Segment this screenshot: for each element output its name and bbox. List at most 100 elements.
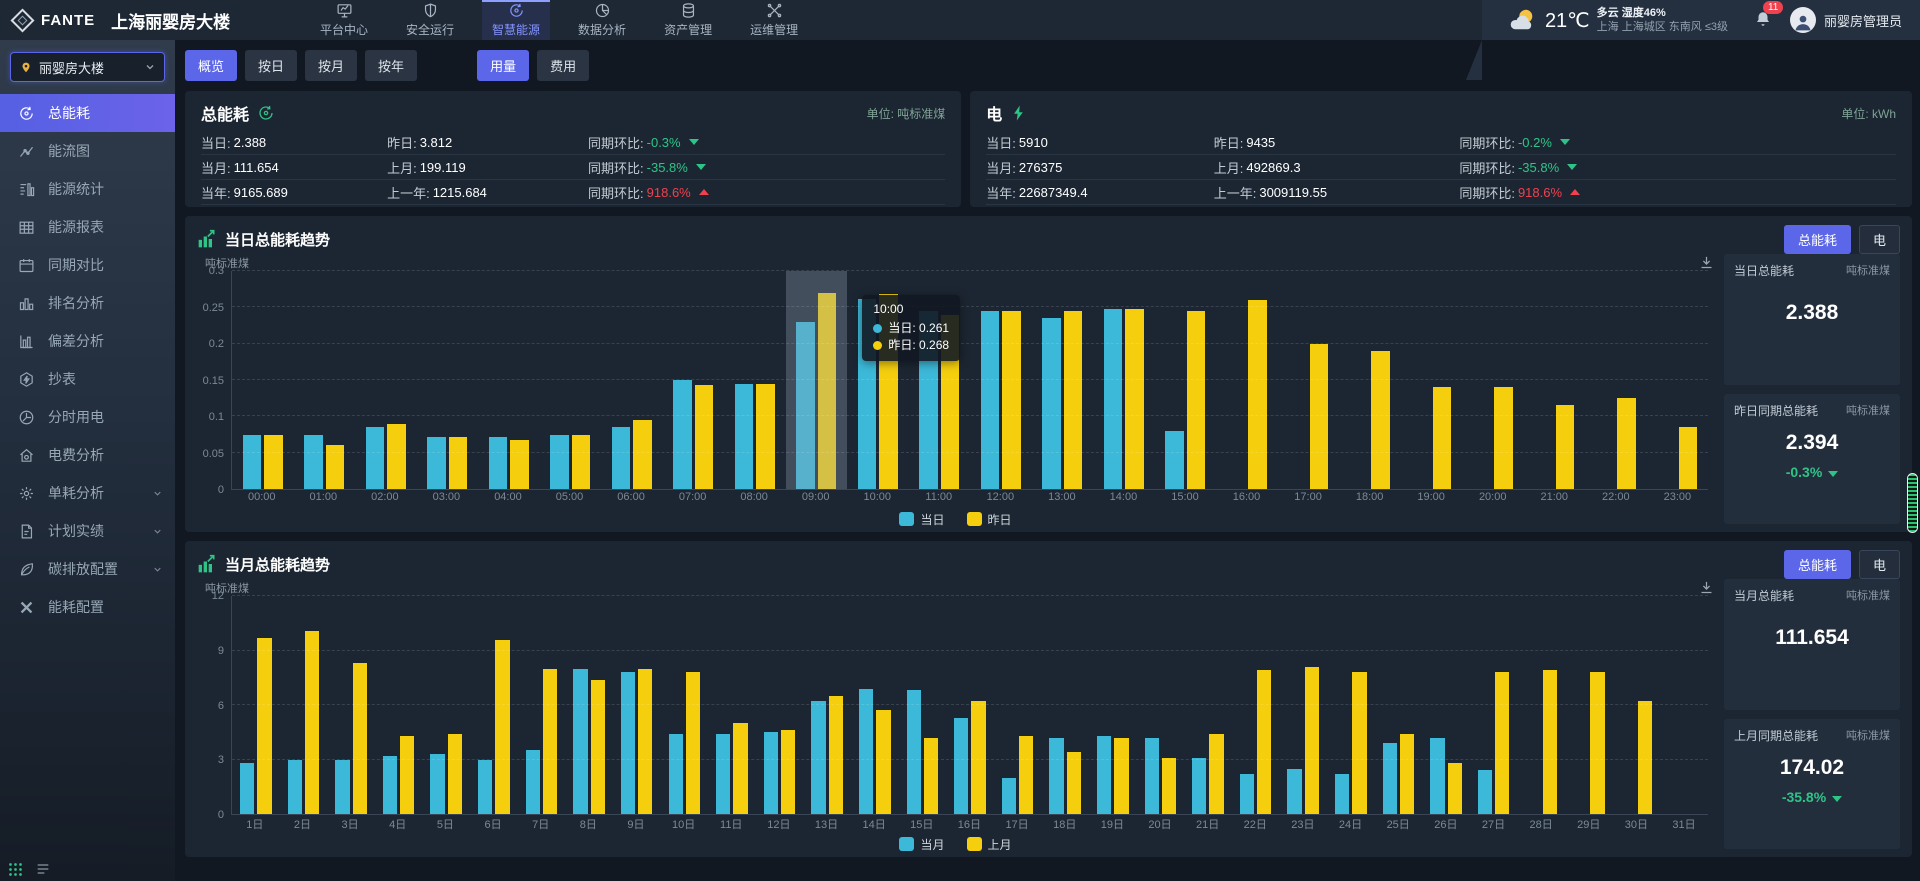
nav-item-ops-management[interactable]: 运维管理	[740, 0, 808, 40]
bar-当月	[1145, 738, 1159, 814]
grid-dots-icon[interactable]	[8, 862, 23, 877]
sidebar-item-energy-flow[interactable]: 能流图	[0, 132, 175, 170]
sidebar-item-label: 能耗配置	[48, 597, 163, 617]
sidebar-item-label: 排名分析	[48, 293, 163, 313]
sidebar-item-tou-electricity[interactable]: 分时用电	[0, 398, 175, 436]
trend-chart-icon	[197, 229, 217, 249]
clock-icon	[18, 409, 35, 426]
sidebar-item-carbon-config[interactable]: 碳排放配置	[0, 550, 175, 588]
chart-toggle-electricity[interactable]: 电	[1859, 550, 1900, 579]
summary-card-title: 总能耗	[201, 101, 249, 125]
x-tick-label: 11:00	[908, 491, 970, 508]
nav-item-platform-center[interactable]: 平台中心	[310, 0, 378, 40]
bar-上月	[829, 696, 843, 814]
sidebar-item-total-energy[interactable]: 总能耗	[0, 94, 175, 132]
sidebar-item-energy-config[interactable]: 能耗配置	[0, 588, 175, 626]
download-icon[interactable]	[1699, 580, 1714, 595]
legend-item-当月[interactable]: 当月	[899, 836, 944, 853]
unit-label: 单位: kWh	[1841, 105, 1896, 122]
nav-item-safe-operation[interactable]: 安全运行	[396, 0, 464, 40]
bar-上月	[1543, 670, 1557, 814]
summary-card-header: 电 单位: kWh	[986, 101, 1896, 125]
tab-usage[interactable]: 用量	[477, 50, 529, 81]
weather-condition: 多云 湿度46%	[1597, 6, 1728, 20]
tab-cost[interactable]: 费用	[537, 50, 589, 81]
app-root: FANTE 上海丽婴房大楼 平台中心安全运行智慧能源数据分析资产管理运维管理 2…	[0, 0, 1920, 881]
y-tick-label: 9	[218, 645, 224, 657]
sidebar-item-deviation-analysis[interactable]: 偏差分析	[0, 322, 175, 360]
chart-title: 当月总能耗趋势	[225, 554, 330, 575]
tab-overview[interactable]: 概览	[185, 50, 237, 81]
bar-昨日	[572, 435, 590, 490]
bar-上月	[353, 663, 367, 814]
y-axis: 00.050.10.150.20.250.3	[197, 271, 231, 490]
legend-item-当日[interactable]: 当日	[899, 511, 944, 528]
sidebar-item-meter-reading[interactable]: 抄表	[0, 360, 175, 398]
sidebar-item-fee-analysis[interactable]: 电费分析	[0, 436, 175, 474]
stat-cell: 当年:9165.689	[201, 183, 387, 202]
sidebar-item-period-compare[interactable]: 同期对比	[0, 246, 175, 284]
x-axis-labels: 00:0001:0002:0003:0004:0005:0006:0007:00…	[231, 491, 1708, 508]
x-tick-label: 9日	[612, 816, 660, 833]
chart-toggle-electricity[interactable]: 电	[1859, 225, 1900, 254]
tab-by-year[interactable]: 按年	[365, 50, 417, 81]
user-menu[interactable]: 丽婴房管理员	[1790, 7, 1902, 33]
plot-area[interactable]	[231, 596, 1708, 815]
bar-当日	[1165, 431, 1183, 489]
sidebar-item-energy-report[interactable]: 能源报表	[0, 208, 175, 246]
legend-item-昨日[interactable]: 昨日	[967, 511, 1012, 528]
sidebar-item-label: 碳排放配置	[48, 559, 139, 579]
sidebar-item-energy-stats[interactable]: 能源统计	[0, 170, 175, 208]
y-tick-label: 0.25	[203, 302, 224, 314]
stat-box-上月同期总能耗: 上月同期总能耗吨标准煤174.02-35.8%	[1724, 719, 1900, 850]
scrollbar-thumb[interactable]	[1907, 473, 1918, 533]
tooltip-row-当日: 当日: 0.261	[873, 320, 949, 337]
building-select[interactable]: 丽婴房大楼	[10, 52, 165, 82]
x-tick-label: 23日	[1279, 816, 1327, 833]
x-tick-label: 25日	[1374, 816, 1422, 833]
bar-昨日	[756, 384, 774, 489]
period-tabs: 概览按日按月按年	[185, 50, 417, 81]
tooltip-time: 10:00	[873, 302, 949, 316]
stat-cell: 上一年: 1215.684	[387, 183, 588, 202]
x-tick-label: 13:00	[1031, 491, 1093, 508]
legend-item-上月[interactable]: 上月	[967, 836, 1012, 853]
sidebar-item-ranking-analysis[interactable]: 排名分析	[0, 284, 175, 322]
plot-area[interactable]: 10:00当日: 0.261昨日: 0.268	[231, 271, 1708, 490]
content-shell: 丽婴房大楼 总能耗能流图能源统计能源报表同期对比排名分析偏差分析抄表分时用电电费…	[0, 40, 1920, 881]
bar-昨日	[633, 420, 651, 489]
bar-当月	[954, 718, 968, 814]
y-tick-label: 0	[218, 484, 224, 496]
sidebar-item-plan-actual[interactable]: 计划实绩	[0, 512, 175, 550]
nav-item-asset-management[interactable]: 资产管理	[654, 0, 722, 40]
database-icon	[680, 2, 697, 19]
menu-collapse-icon[interactable]	[35, 861, 51, 877]
bar-当月	[1097, 736, 1111, 814]
chart-toggle-total-energy[interactable]: 总能耗	[1784, 550, 1851, 579]
deviation-icon	[18, 333, 35, 350]
x-tick-label: 29日	[1565, 816, 1613, 833]
sidebar-item-label: 电费分析	[48, 445, 163, 465]
bar-group-00:00	[232, 271, 294, 489]
x-tick-label: 1日	[231, 816, 279, 833]
sidebar-item-unit-consumption[interactable]: 单耗分析	[0, 474, 175, 512]
weather-widget: 21℃ 多云 湿度46% 上海 上海城区 东南风 ≤3级	[1508, 6, 1728, 34]
nav-item-data-analysis[interactable]: 数据分析	[568, 0, 636, 40]
yoy-cell: 同期环比: -35.8%	[588, 158, 945, 177]
unit-label: 单位: 吨标准煤	[867, 105, 946, 122]
download-icon[interactable]	[1699, 255, 1714, 270]
stat-cell: 当年:22687349.4	[986, 183, 1213, 202]
nav-item-smart-energy[interactable]: 智慧能源	[482, 0, 550, 40]
bar-group-22日	[1232, 596, 1280, 814]
chart-toggle-total-energy[interactable]: 总能耗	[1784, 225, 1851, 254]
x-tick-label: 00:00	[231, 491, 293, 508]
stat-box-title: 当月总能耗	[1734, 587, 1794, 604]
x-tick-label: 7日	[517, 816, 565, 833]
notification-bell-icon[interactable]: 11	[1754, 10, 1774, 30]
bar-group-28日	[1517, 596, 1565, 814]
chart-card-daily-trend: 当日总能耗趋势 总能耗电 吨标准煤 00.050.10.150.20.250.3…	[185, 216, 1912, 532]
tab-by-month[interactable]: 按月	[305, 50, 357, 81]
nav-item-label: 安全运行	[406, 21, 454, 38]
tab-by-day[interactable]: 按日	[245, 50, 297, 81]
bar-当月	[1192, 758, 1206, 814]
